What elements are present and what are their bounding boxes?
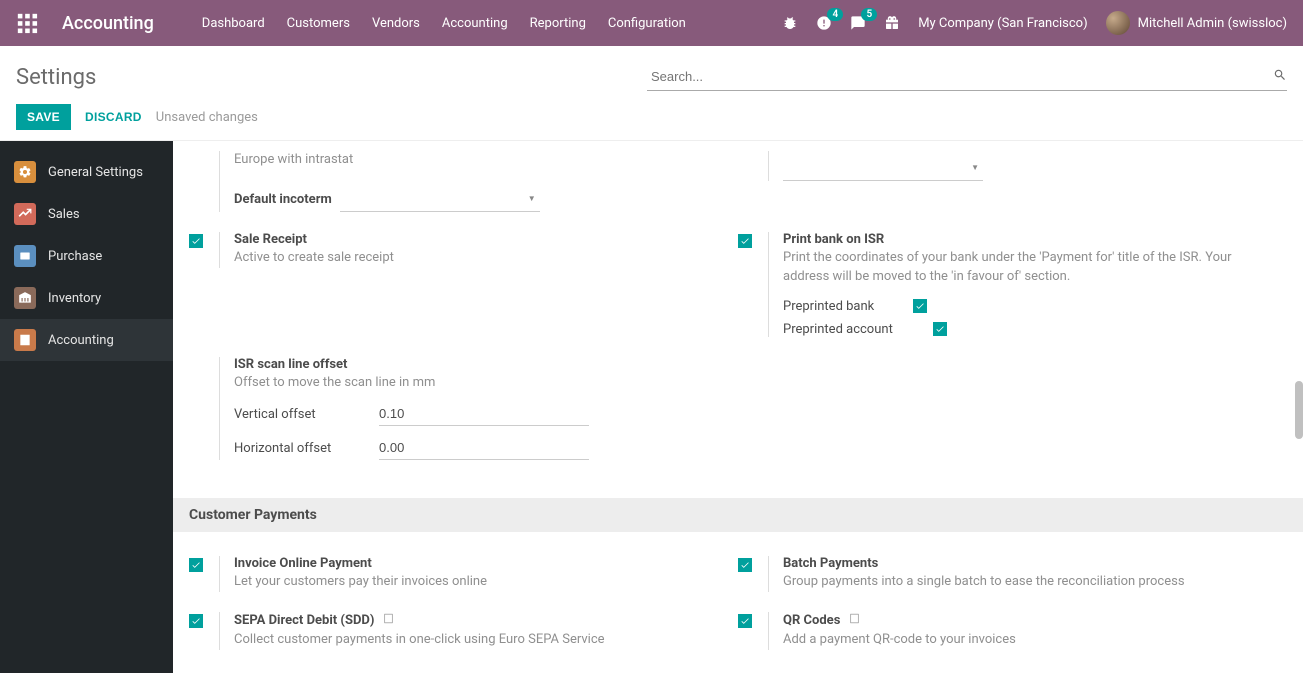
building-icon	[848, 612, 861, 629]
sidebar-item-purchase[interactable]: Purchase	[0, 235, 173, 277]
sepa-dd-checkbox[interactable]	[189, 614, 203, 628]
sidebar-item-label: Sales	[48, 207, 80, 222]
sidebar-item-general-settings[interactable]: General Settings	[0, 151, 173, 193]
qr-codes-checkbox[interactable]	[738, 614, 752, 628]
gift-icon[interactable]	[884, 15, 900, 31]
activity-badge: 4	[827, 8, 843, 21]
discard-button[interactable]: DISCARD	[85, 110, 142, 124]
sale-receipt-desc: Active to create sale receipt	[234, 249, 718, 268]
sidebar-item-accounting[interactable]: Accounting	[0, 319, 173, 361]
section-customer-payments: Customer Payments	[173, 498, 1303, 532]
intrastat-desc: Europe with intrastat	[234, 151, 718, 170]
batch-payments-desc: Group payments into a single batch to ea…	[783, 573, 1267, 592]
batch-payments-checkbox[interactable]	[738, 558, 752, 572]
invoice-online-payment-checkbox[interactable]	[189, 558, 203, 572]
default-incoterm-select[interactable]	[340, 188, 540, 212]
search-icon[interactable]	[1273, 68, 1287, 86]
activity-icon[interactable]: 4	[816, 15, 832, 31]
sale-receipt-checkbox[interactable]	[189, 234, 203, 248]
gear-icon	[14, 161, 36, 183]
qr-codes-desc: Add a payment QR-code to your invoices	[783, 631, 1267, 650]
bug-icon[interactable]	[782, 15, 798, 31]
nav-menus: Dashboard Customers Vendors Accounting R…	[202, 16, 686, 31]
batch-payments-title: Batch Payments	[783, 556, 1267, 571]
menu-customers[interactable]: Customers	[287, 16, 350, 31]
search-wrap	[647, 63, 1287, 91]
horizontal-offset-label: Horizontal offset	[234, 441, 349, 456]
save-bar: SAVE DISCARD Unsaved changes	[0, 98, 1303, 140]
accounting-icon	[14, 329, 36, 351]
messaging-icon[interactable]: 5	[850, 15, 866, 31]
menu-configuration[interactable]: Configuration	[608, 16, 686, 31]
messaging-badge: 5	[861, 8, 877, 21]
invoice-online-title: Invoice Online Payment	[234, 556, 718, 571]
print-bank-isr-checkbox[interactable]	[738, 234, 752, 248]
sidebar-item-label: Inventory	[48, 291, 101, 306]
default-incoterm-label: Default incoterm	[234, 192, 332, 207]
apps-icon[interactable]	[16, 12, 38, 34]
print-bank-isr-desc: Print the coordinates of your bank under…	[783, 249, 1267, 287]
save-button[interactable]: SAVE	[16, 104, 71, 130]
sidebar-item-label: General Settings	[48, 165, 143, 180]
chart-icon	[14, 203, 36, 225]
inventory-icon	[14, 287, 36, 309]
preprinted-bank-checkbox[interactable]	[913, 299, 927, 313]
sepa-dd-desc: Collect customer payments in one-click u…	[234, 631, 718, 650]
settings-content[interactable]: Europe with intrastat Default incoterm	[173, 141, 1303, 673]
isr-offset-title: ISR scan line offset	[234, 357, 718, 372]
top-nav: Accounting Dashboard Customers Vendors A…	[0, 0, 1303, 46]
vertical-offset-input[interactable]	[379, 402, 589, 426]
preprinted-account-checkbox[interactable]	[933, 322, 947, 336]
user-menu[interactable]: Mitchell Admin (swissloc)	[1106, 11, 1287, 35]
sidebar-item-inventory[interactable]: Inventory	[0, 277, 173, 319]
top-right: 4 5 My Company (San Francisco) Mitchell …	[782, 11, 1287, 35]
invoice-online-desc: Let your customers pay their invoices on…	[234, 573, 718, 592]
app-brand[interactable]: Accounting	[62, 13, 154, 34]
preprinted-account-label: Preprinted account	[783, 322, 913, 337]
unsaved-label: Unsaved changes	[156, 110, 258, 125]
menu-vendors[interactable]: Vendors	[372, 16, 420, 31]
sidebar-item-sales[interactable]: Sales	[0, 193, 173, 235]
menu-dashboard[interactable]: Dashboard	[202, 16, 265, 31]
user-name: Mitchell Admin (swissloc)	[1138, 16, 1287, 31]
menu-reporting[interactable]: Reporting	[530, 16, 586, 31]
avatar	[1106, 11, 1130, 35]
company-selector[interactable]: My Company (San Francisco)	[918, 16, 1087, 31]
sidebar-item-label: Accounting	[48, 333, 114, 348]
sepa-dd-title: SEPA Direct Debit (SDD)	[234, 612, 718, 629]
main-layout: General Settings Sales Purchase Inventor…	[0, 140, 1303, 673]
purchase-icon	[14, 245, 36, 267]
sale-receipt-title: Sale Receipt	[234, 232, 718, 247]
menu-accounting[interactable]: Accounting	[442, 16, 508, 31]
vertical-offset-label: Vertical offset	[234, 407, 349, 422]
building-icon	[382, 612, 395, 629]
page-title: Settings	[16, 65, 96, 90]
settings-sidebar: General Settings Sales Purchase Inventor…	[0, 141, 173, 673]
horizontal-offset-input[interactable]	[379, 436, 589, 460]
right-top-select[interactable]	[783, 157, 983, 181]
search-input[interactable]	[647, 63, 1273, 90]
control-panel: Settings	[0, 46, 1303, 98]
scrollbar-thumb[interactable]	[1295, 381, 1303, 439]
qr-codes-title: QR Codes	[783, 612, 1267, 629]
preprinted-bank-label: Preprinted bank	[783, 299, 893, 314]
print-bank-isr-title: Print bank on ISR	[783, 232, 1267, 247]
isr-offset-desc: Offset to move the scan line in mm	[234, 374, 718, 393]
sidebar-item-label: Purchase	[48, 249, 102, 264]
